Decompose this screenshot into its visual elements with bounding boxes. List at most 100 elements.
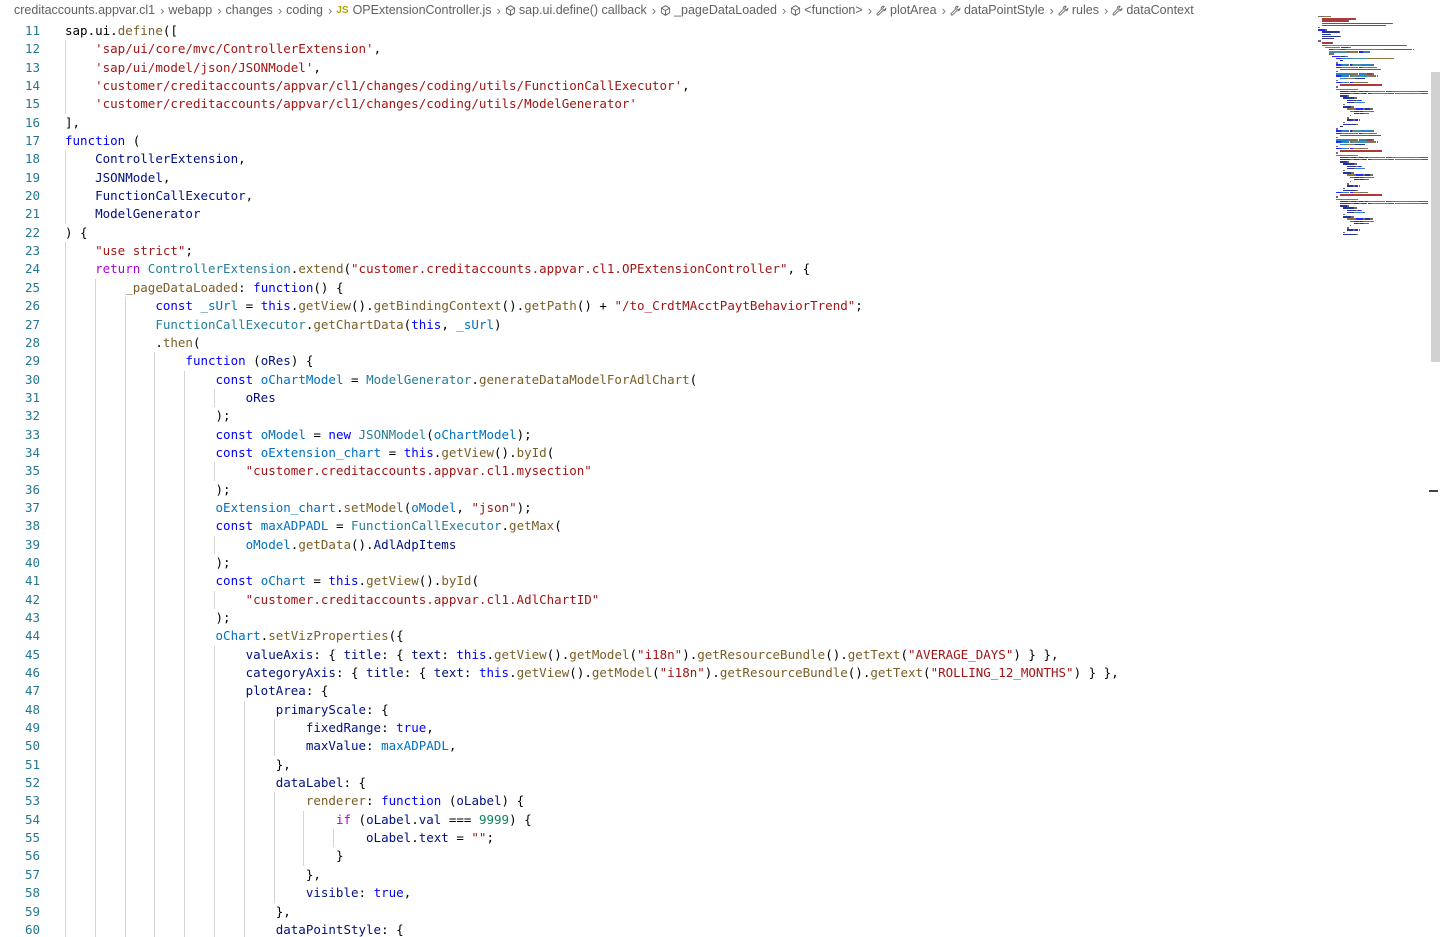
code-token: (). (351, 536, 374, 552)
code-line[interactable]: function (oRes) { (65, 352, 1315, 371)
minimap-line (1341, 132, 1356, 134)
code-line[interactable]: oRes (65, 388, 1315, 408)
breadcrumb-item[interactable]: changes (226, 3, 273, 17)
minimap-line (1329, 33, 1331, 35)
minimap-line (1358, 119, 1360, 121)
code-line[interactable]: dataLabel: { (65, 774, 1315, 793)
code-area[interactable]: sap.ui.define([ 'sap/ui/core/mvc/Control… (65, 22, 1315, 937)
code-line[interactable]: maxValue: maxADPADL, (65, 737, 1315, 756)
code-line[interactable]: categoryAxis: { title: { text: this.getV… (65, 664, 1315, 683)
code-token: } (335, 848, 344, 864)
code-token: byId (441, 573, 472, 589)
scrollbar-thumb[interactable] (1431, 72, 1440, 362)
code-token: : (463, 665, 479, 681)
code-line[interactable]: const oExtension_chart = this.getView().… (65, 443, 1315, 463)
code-token: . (501, 518, 510, 534)
code-line[interactable]: primaryScale: { (65, 700, 1315, 720)
code-line[interactable]: dataPointStyle: { (65, 920, 1315, 937)
code-line[interactable]: 'sap/ui/core/mvc/ControllerExtension', (65, 40, 1315, 59)
code-editor[interactable]: 11 12 13 14 15 16 17 18 19 20 21 22 23 24 25 26 27 28 29 30… (0, 22, 1440, 937)
breadcrumb-item[interactable]: plotArea (876, 3, 937, 17)
chevron-right-icon: › (496, 2, 501, 18)
breadcrumb-item[interactable]: webapp (168, 3, 212, 17)
minimap-line (1343, 231, 1345, 233)
code-token: , (403, 885, 412, 901)
code-line[interactable]: FunctionCallExecutor.getChartData(this, … (65, 315, 1315, 334)
minimap-line (1393, 200, 1409, 203)
code-line[interactable]: } (65, 847, 1315, 866)
code-line[interactable]: oExtension_chart.setModel(oModel, "json"… (65, 498, 1315, 518)
code-line[interactable]: oChart.setVizProperties({ (65, 627, 1315, 646)
code-line[interactable]: ); (65, 480, 1315, 499)
code-line[interactable]: ); (65, 553, 1315, 573)
code-line[interactable]: valueAxis: { title: { text: this.getView… (65, 645, 1315, 665)
code-line[interactable]: const _sUrl = this.getView().getBindingC… (65, 297, 1315, 316)
code-line[interactable]: fixedRange: true, (65, 719, 1315, 738)
code-line[interactable]: 'customer/creditaccounts/appvar/cl1/chan… (65, 95, 1315, 114)
code-token: sap.ui. (65, 23, 118, 38)
breadcrumb-item[interactable]: sap.ui.define() callback (505, 3, 647, 17)
minimap-line (1355, 101, 1364, 104)
code-token: "i18n" (637, 646, 683, 662)
code-line[interactable]: if (oLabel.val === 9999) { (65, 810, 1315, 830)
minimap-line (1363, 101, 1365, 104)
code-line[interactable]: renderer: function (oLabel) { (65, 792, 1315, 811)
code-line[interactable]: 'customer/creditaccounts/appvar/cl1/chan… (65, 77, 1315, 96)
code-line[interactable]: }, (65, 755, 1315, 775)
breadcrumb-item[interactable]: <function> (790, 3, 863, 17)
code-line[interactable]: }, (65, 902, 1315, 921)
minimap[interactable] (1318, 16, 1430, 256)
code-line[interactable]: _pageDataLoaded: function() { (65, 278, 1315, 298)
code-line[interactable]: ); (65, 609, 1315, 628)
breadcrumb-item[interactable]: _pageDataLoaded (660, 3, 777, 17)
code-line[interactable]: oModel.getData().AdlAdpItems (65, 535, 1315, 554)
minimap-line (1404, 44, 1408, 46)
cube-icon (505, 4, 516, 16)
code-token: ([ (162, 23, 178, 38)
code-line[interactable]: ], (65, 114, 1315, 132)
breadcrumb-item[interactable]: dataPointStyle (950, 3, 1045, 17)
code-token: dataLabel (275, 775, 344, 791)
code-line[interactable]: ) { (65, 224, 1315, 242)
code-line[interactable]: const oModel = new JSONModel(oChartModel… (65, 425, 1315, 444)
code-token: , { (787, 261, 811, 277)
code-line[interactable]: sap.ui.define([ (65, 22, 1315, 40)
code-line[interactable]: "use strict"; (65, 242, 1315, 261)
line-number: 22 (24, 224, 40, 240)
breadcrumb-item[interactable]: creditaccounts.appvar.cl1 (14, 3, 155, 17)
code-line[interactable]: JSONModel, (65, 168, 1315, 188)
code-token: : { (305, 683, 329, 699)
code-line[interactable]: function ( (65, 132, 1315, 150)
code-line[interactable]: ModelGenerator (65, 205, 1315, 224)
code-line[interactable]: "customer.creditaccounts.appvar.cl1.myse… (65, 462, 1315, 481)
code-line[interactable]: 'sap/ui/model/json/JSONModel', (65, 58, 1315, 78)
code-line[interactable]: .then( (65, 333, 1315, 353)
code-line[interactable]: visible: true, (65, 884, 1315, 903)
breadcrumb-item[interactable]: dataContext (1112, 3, 1194, 17)
minimap-line (1353, 64, 1362, 66)
code-line[interactable]: ); (65, 407, 1315, 426)
code-line[interactable]: "customer.creditaccounts.appvar.cl1.AdlC… (65, 590, 1315, 609)
breadcrumb: creditaccounts.appvar.cl1 › webapp › changes… (0, 0, 1440, 20)
code-line[interactable]: const maxADPADL = FunctionCallExecutor.g… (65, 517, 1315, 536)
breadcrumb-item[interactable]: JS OPExtensionController.js (336, 3, 491, 17)
line-number: 12 (24, 41, 40, 57)
code-line[interactable]: const oChart = this.getView().byId( (65, 572, 1315, 591)
code-line[interactable]: return ControllerExtension.extend("custo… (65, 260, 1315, 279)
line-number: 17 (24, 133, 40, 149)
minimap-line (1351, 73, 1359, 75)
code-token: : { (403, 665, 434, 681)
code-line[interactable]: plotArea: { (65, 682, 1315, 701)
minimap-line (1336, 152, 1338, 154)
code-line[interactable]: const oChartModel = ModelGenerator.gener… (65, 370, 1315, 389)
code-line[interactable]: }, (65, 865, 1315, 885)
minimap-line (1343, 106, 1352, 108)
code-line[interactable]: FunctionCallExecutor, (65, 187, 1315, 206)
code-line[interactable]: ControllerExtension, (65, 150, 1315, 169)
breadcrumb-item[interactable]: rules (1058, 3, 1099, 17)
code-line[interactable]: oLabel.text = ""; (65, 829, 1315, 848)
breadcrumb-item[interactable]: coding (286, 3, 323, 17)
line-number: 56 (24, 848, 40, 864)
code-token: ; (855, 298, 863, 314)
code-token: function (381, 793, 442, 809)
